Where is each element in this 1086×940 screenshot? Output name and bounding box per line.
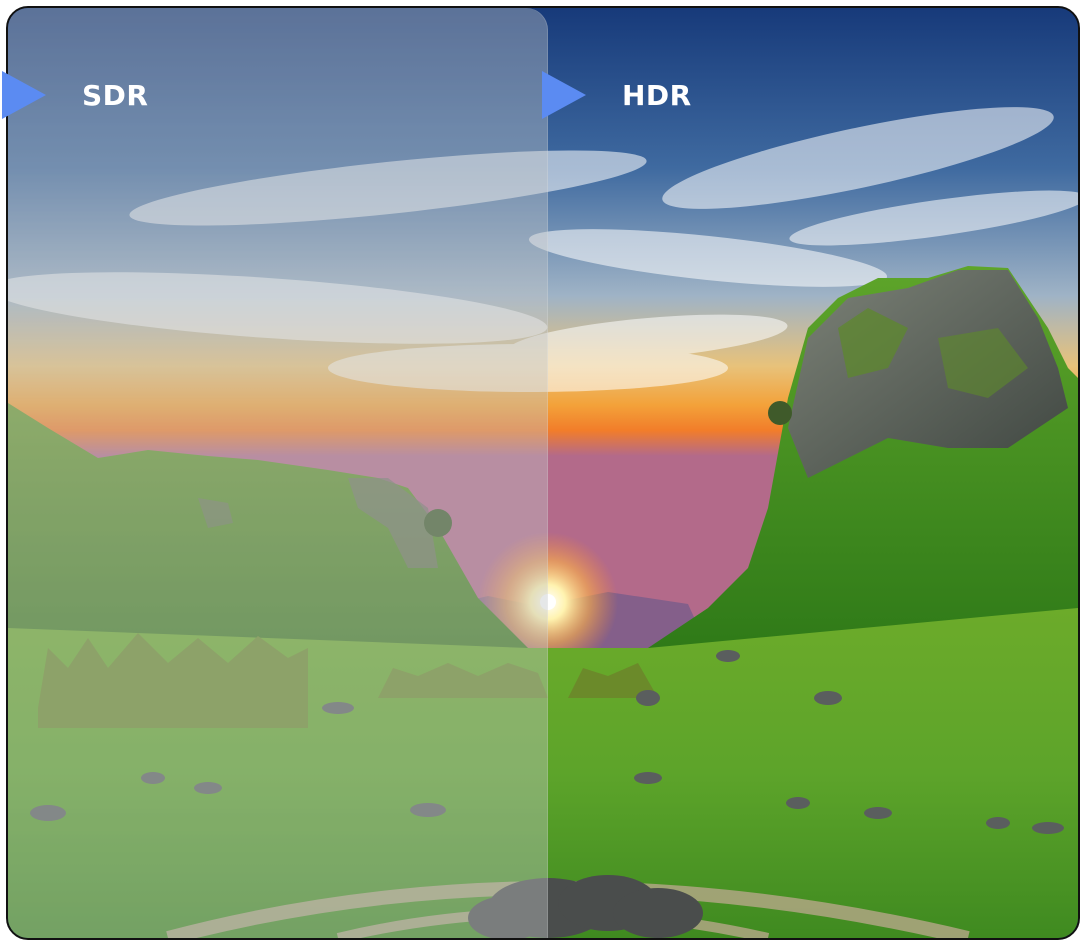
sdr-label-text: SDR xyxy=(82,78,149,112)
hdr-label-text: HDR xyxy=(622,78,692,112)
hdr-label: HDR xyxy=(542,70,692,120)
sdr-wash-overlay xyxy=(8,8,548,938)
comparison-frame xyxy=(6,6,1080,940)
play-triangle-icon xyxy=(2,71,46,119)
sdr-label: SDR xyxy=(2,70,148,120)
play-triangle-icon xyxy=(542,71,586,119)
